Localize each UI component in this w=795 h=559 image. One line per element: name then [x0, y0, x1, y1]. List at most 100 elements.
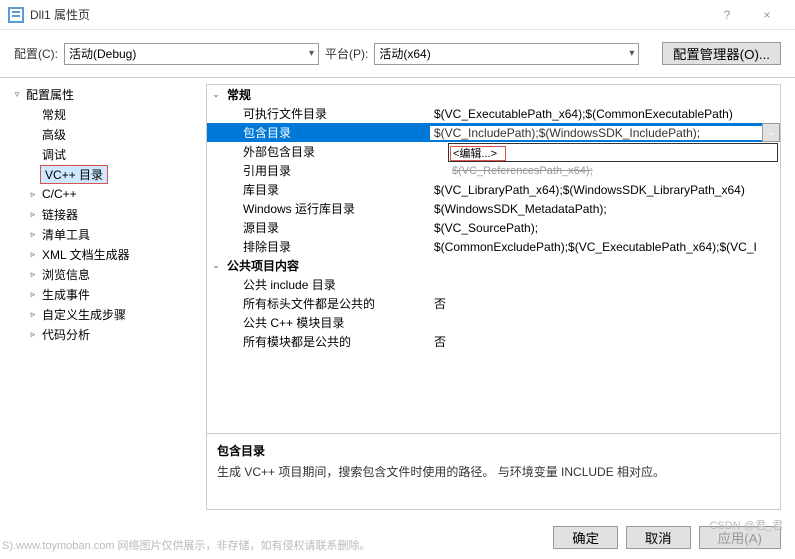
titlebar: Dll1 属性页 ? ×: [0, 0, 795, 30]
grid-header-label: 常规: [225, 86, 430, 103]
tree-item[interactable]: ▹代码分析: [4, 324, 196, 344]
grid-row-label: 源目录: [225, 219, 430, 236]
tree-item[interactable]: ▹浏览信息: [4, 264, 196, 284]
grid-row[interactable]: 排除目录$(CommonExcludePath);$(VC_Executable…: [207, 237, 780, 256]
grid-row-label: 包含目录: [225, 124, 430, 141]
grid-row-value[interactable]: 否: [430, 333, 780, 350]
grid-row-label: 库目录: [225, 181, 430, 198]
tree-item[interactable]: ▹C/C++: [4, 184, 196, 204]
tree-item[interactable]: ·调试: [4, 144, 196, 164]
collapse-icon[interactable]: ⌄: [207, 260, 225, 271]
window-title: Dll1 属性页: [30, 6, 707, 23]
grid-row-value[interactable]: $(VC_SourcePath);: [430, 221, 780, 235]
description-title: 包含目录: [217, 442, 770, 459]
tree-item[interactable]: ▹XML 文档生成器: [4, 244, 196, 264]
grid-row[interactable]: 所有模块都是公共的否: [207, 332, 780, 351]
expand-icon[interactable]: ▹: [26, 289, 40, 300]
close-button[interactable]: ×: [747, 1, 787, 29]
grid-row-label: 所有标头文件都是公共的: [225, 295, 430, 312]
grid-row-value[interactable]: $(VC_LibraryPath_x64);$(WindowsSDK_Libra…: [430, 183, 780, 197]
grid-row-label: 外部包含目录: [225, 143, 430, 160]
collapse-icon[interactable]: ▿: [10, 89, 24, 100]
blank-icon: ·: [26, 129, 40, 139]
app-icon: [8, 7, 24, 23]
help-button[interactable]: ?: [707, 1, 747, 29]
grid-section-header[interactable]: ⌄常规: [207, 85, 780, 104]
grid-row[interactable]: 公共 include 目录: [207, 275, 780, 294]
tree-item[interactable]: ▹链接器: [4, 204, 196, 224]
grid-row-label: 公共 C++ 模块目录: [225, 314, 430, 331]
blank-icon: ·: [26, 149, 40, 159]
tree-label: 浏览信息: [40, 265, 92, 284]
grid-section-header[interactable]: ⌄公共项目内容: [207, 256, 780, 275]
tree-item[interactable]: ▿配置属性: [4, 84, 196, 104]
tree-item[interactable]: ▹生成事件: [4, 284, 196, 304]
tree-view: ▿配置属性·常规·高级·调试·VC++ 目录▹C/C++▹链接器▹清单工具▹XM…: [0, 78, 200, 516]
tree-label: VC++ 目录: [40, 165, 108, 184]
grid-row-label: 公共 include 目录: [225, 276, 430, 293]
grid-row-label: Windows 运行库目录: [225, 200, 430, 217]
description-panel: 包含目录 生成 VC++ 项目期间，搜索包含文件时使用的路径。 与环境变量 IN…: [207, 433, 780, 509]
grid-row[interactable]: 所有标头文件都是公共的否: [207, 294, 780, 313]
tree-label: 生成事件: [40, 285, 92, 304]
chevron-down-icon: ▾: [629, 48, 634, 59]
grid-row-value[interactable]: $(VC_IncludePath);$(WindowsSDK_IncludePa…: [430, 126, 762, 140]
chevron-down-icon: ▾: [309, 48, 314, 59]
expand-icon[interactable]: ▹: [26, 309, 40, 320]
grid-row-value[interactable]: $(VC_ExecutablePath_x64);$(CommonExecuta…: [430, 107, 780, 121]
toolbar: 配置(C): 活动(Debug) ▾ 平台(P): 活动(x64) ▾ 配置管理…: [0, 30, 795, 78]
expand-icon[interactable]: ▹: [26, 229, 40, 240]
tree-item[interactable]: ▹自定义生成步骤: [4, 304, 196, 324]
grid-row-label: 所有模块都是公共的: [225, 333, 430, 350]
config-combo[interactable]: 活动(Debug) ▾: [64, 43, 319, 65]
config-manager-button[interactable]: 配置管理器(O)...: [662, 42, 781, 65]
grid-row[interactable]: 可执行文件目录$(VC_ExecutablePath_x64);$(Common…: [207, 104, 780, 123]
watermark: S).www.toymoban.com 网络图片仅供展示，非存储，如有侵权请联系…: [2, 537, 371, 553]
tree-item[interactable]: ·常规: [4, 104, 196, 124]
expand-icon[interactable]: ▹: [26, 329, 40, 340]
tree-label: 链接器: [40, 205, 80, 224]
grid-row[interactable]: 源目录$(VC_SourcePath);: [207, 218, 780, 237]
platform-combo[interactable]: 活动(x64) ▾: [374, 43, 639, 65]
expand-icon[interactable]: ▹: [26, 269, 40, 280]
tree-label: 清单工具: [40, 225, 92, 244]
description-text: 生成 VC++ 项目期间，搜索包含文件时使用的路径。 与环境变量 INCLUDE…: [217, 463, 770, 480]
config-label: 配置(C):: [14, 45, 58, 62]
cancel-button[interactable]: 取消: [626, 526, 691, 549]
tree-label: 配置属性: [24, 85, 76, 104]
tree-label: 高级: [40, 125, 68, 144]
collapse-icon[interactable]: ⌄: [207, 89, 225, 100]
tree-label: C/C++: [40, 186, 79, 202]
expand-icon[interactable]: ▹: [26, 189, 40, 200]
blank-icon: ·: [26, 109, 40, 119]
platform-label: 平台(P):: [325, 45, 368, 62]
grid-row-label: 引用目录: [225, 162, 430, 179]
tree-item[interactable]: ·高级: [4, 124, 196, 144]
dropdown-button[interactable]: ⌄: [762, 123, 780, 142]
expand-icon[interactable]: ▹: [26, 209, 40, 220]
grid-row[interactable]: 库目录$(VC_LibraryPath_x64);$(WindowsSDK_Li…: [207, 180, 780, 199]
blank-icon: ·: [26, 169, 40, 179]
grid-row-value[interactable]: 否: [430, 295, 780, 312]
grid-header-label: 公共项目内容: [225, 257, 430, 274]
tree-item[interactable]: ▹清单工具: [4, 224, 196, 244]
obscured-value: $(VC_ReferencesPath_x64);: [452, 165, 593, 177]
ok-button[interactable]: 确定: [553, 526, 618, 549]
tree-label: XML 文档生成器: [40, 245, 132, 264]
grid-row[interactable]: 包含目录$(VC_IncludePath);$(WindowsSDK_Inclu…: [207, 123, 780, 142]
grid-row[interactable]: Windows 运行库目录$(WindowsSDK_MetadataPath);: [207, 199, 780, 218]
tree-label: 常规: [40, 105, 68, 124]
property-grid: ⌄常规可执行文件目录$(VC_ExecutablePath_x64);$(Com…: [207, 85, 780, 433]
grid-row-label: 排除目录: [225, 238, 430, 255]
tree-item[interactable]: ·VC++ 目录: [4, 164, 196, 184]
grid-row-label: 可执行文件目录: [225, 105, 430, 122]
watermark-csdn: CSDN @君_君: [709, 517, 783, 533]
expand-icon[interactable]: ▹: [26, 249, 40, 260]
edit-dropdown[interactable]: <编辑...>: [448, 143, 778, 162]
grid-row-value[interactable]: $(WindowsSDK_MetadataPath);: [430, 202, 780, 216]
edit-value: <编辑...>: [453, 145, 497, 161]
tree-label: 代码分析: [40, 325, 92, 344]
grid-row[interactable]: 公共 C++ 模块目录: [207, 313, 780, 332]
tree-label: 自定义生成步骤: [40, 305, 128, 324]
grid-row-value[interactable]: $(CommonExcludePath);$(VC_ExecutablePath…: [430, 240, 780, 254]
